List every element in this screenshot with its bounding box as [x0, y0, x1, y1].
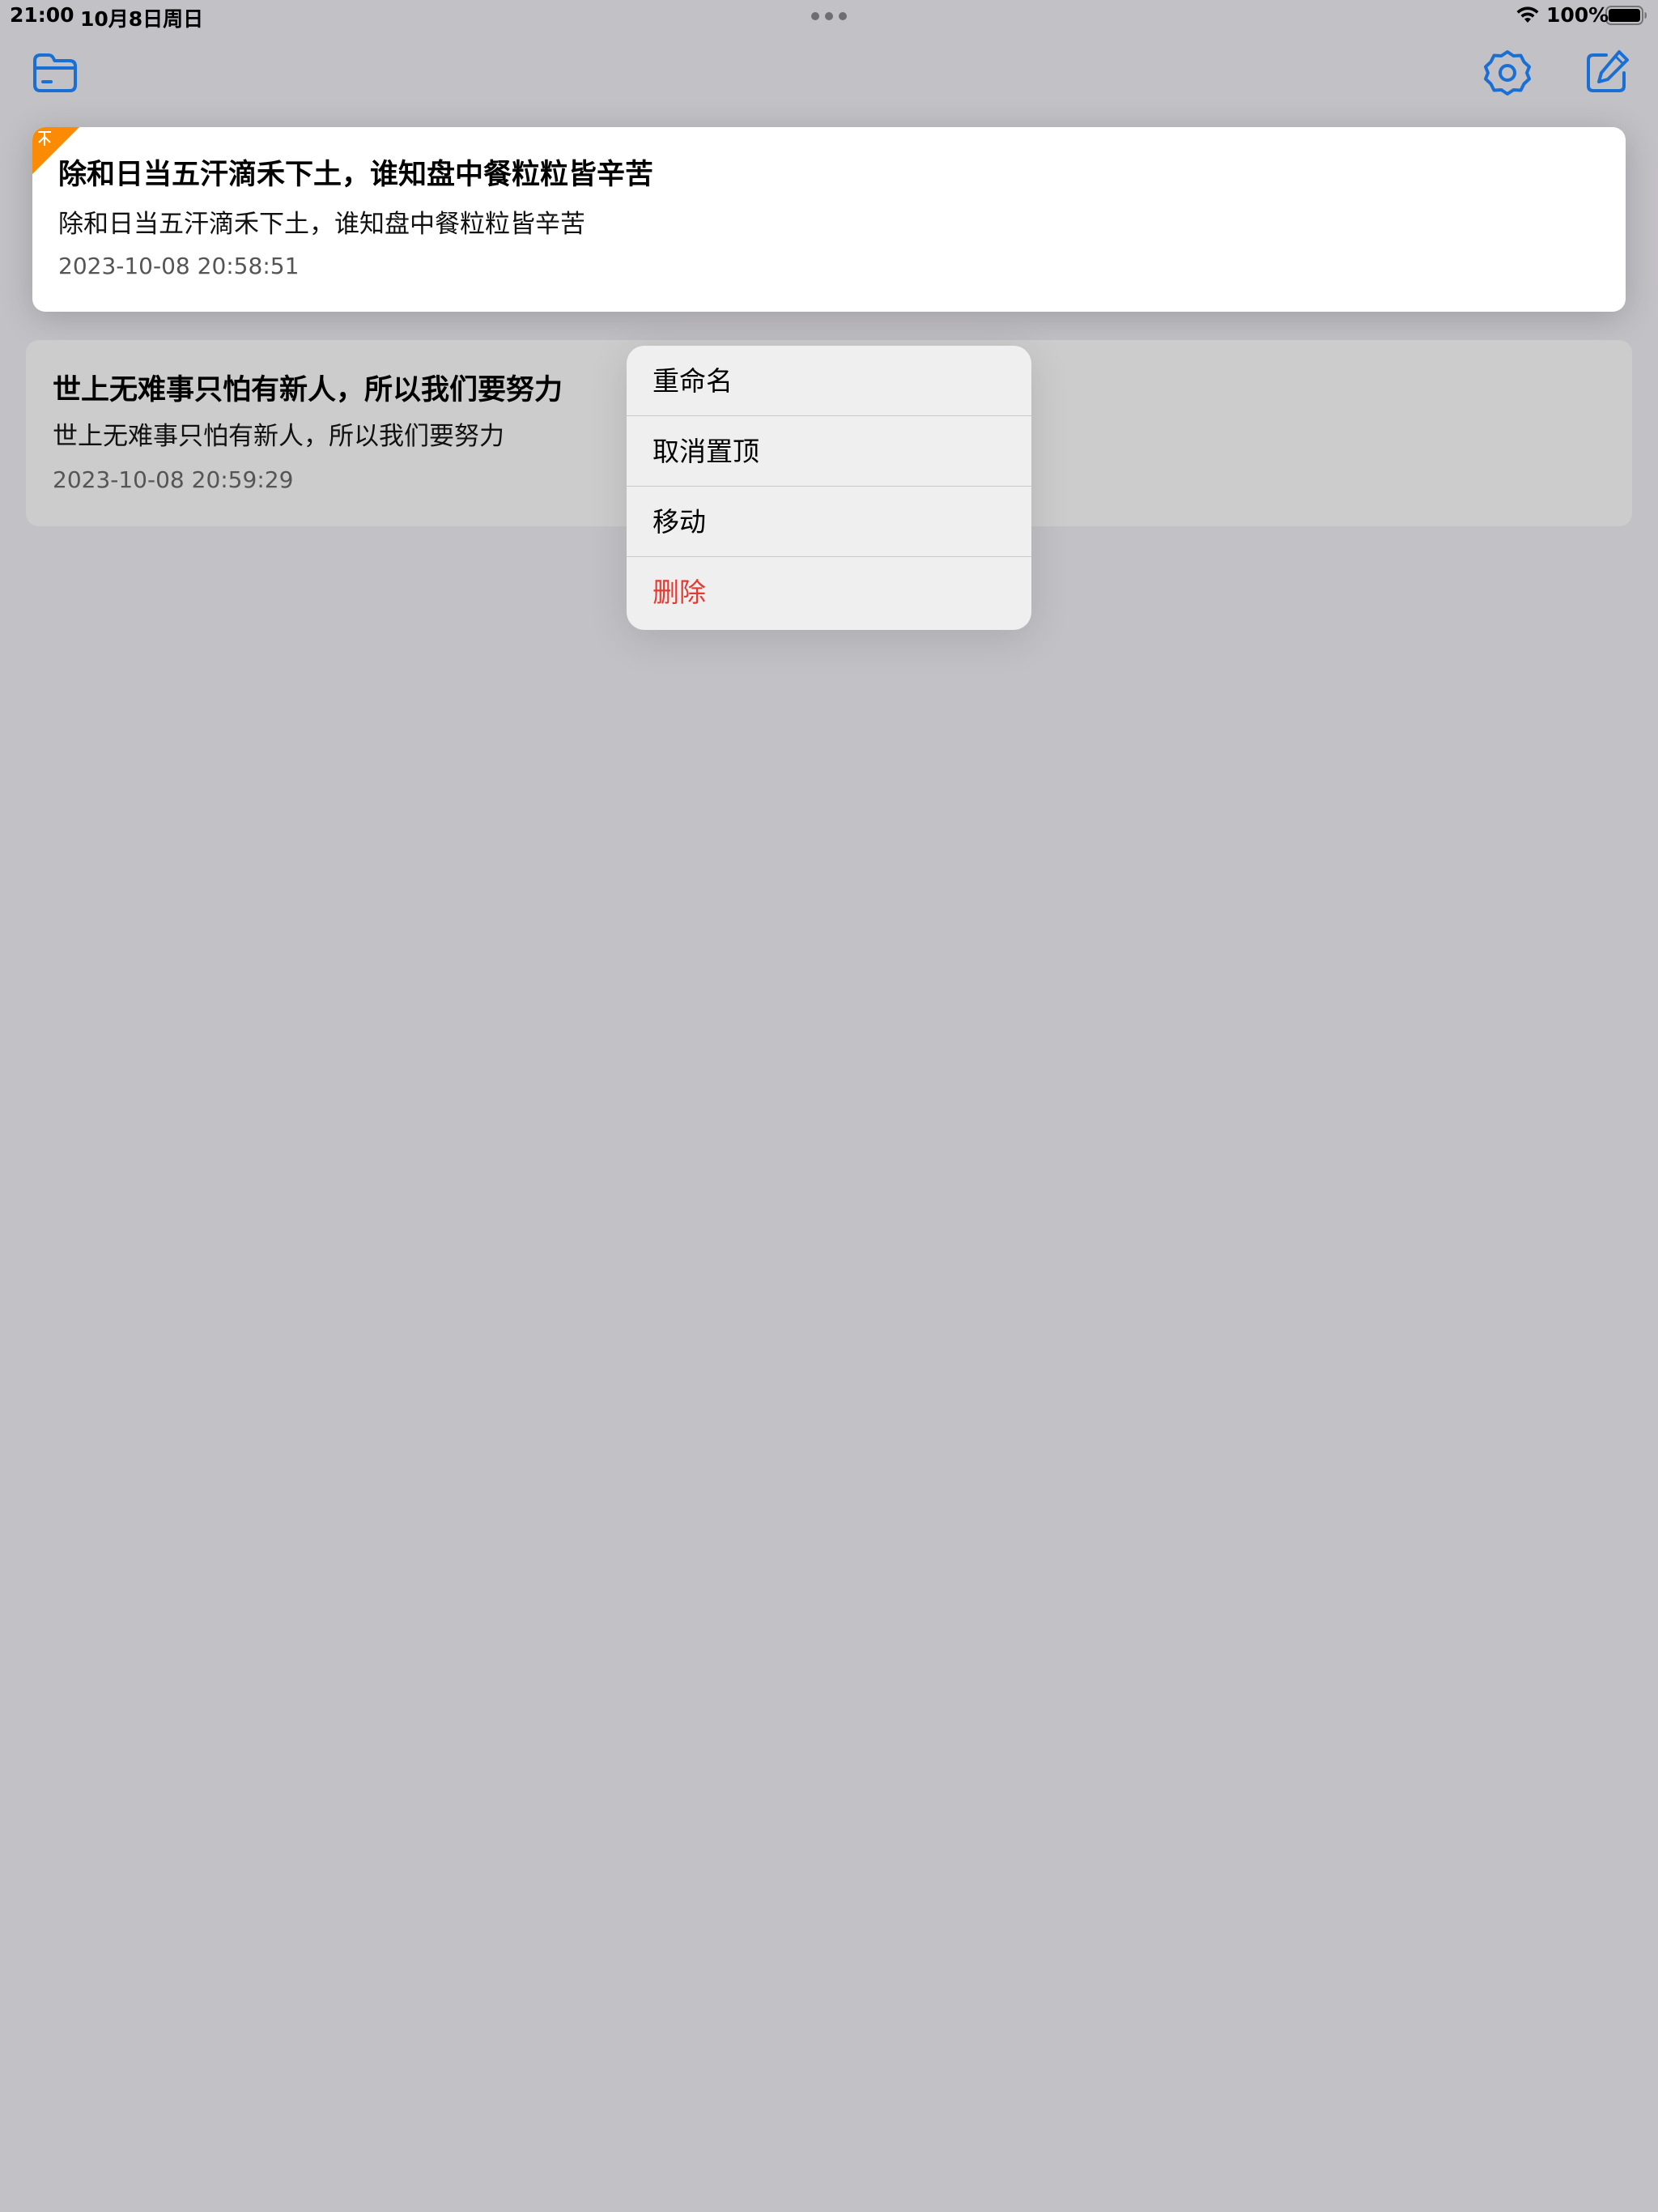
status-time: 21:00 [10, 3, 74, 27]
note-preview: 除和日当五汗滴禾下土，谁知盘中餐粒粒皆辛苦 [58, 210, 585, 239]
folder-icon[interactable] [32, 52, 78, 94]
wifi-icon [1516, 6, 1539, 23]
menu-item-unpin[interactable]: 取消置顶 [627, 416, 1031, 487]
note-card-pinned[interactable]: 除和日当五汗滴禾下土，谁知盘中餐粒粒皆辛苦 除和日当五汗滴禾下土，谁知盘中餐粒粒… [32, 127, 1626, 312]
menu-item-delete[interactable]: 删除 [627, 557, 1031, 630]
gear-icon[interactable] [1483, 49, 1532, 97]
pin-top-icon [38, 131, 51, 146]
status-bar: 21:00 10月8日周日 100% [0, 0, 1658, 32]
battery-icon [1605, 6, 1647, 25]
context-menu: 重命名 取消置顶 移动 删除 [627, 346, 1031, 630]
note-title: 除和日当五汗滴禾下土，谁知盘中餐粒粒皆辛苦 [58, 159, 654, 191]
note-timestamp: 2023-10-08 20:59:29 [53, 466, 294, 493]
compose-icon[interactable] [1582, 49, 1630, 97]
note-preview: 世上无难事只怕有新人，所以我们要努力 [53, 422, 504, 451]
battery-percentage: 100% [1546, 3, 1609, 27]
status-date: 10月8日周日 [80, 7, 204, 31]
menu-item-rename[interactable]: 重命名 [627, 346, 1031, 416]
menu-item-move[interactable]: 移动 [627, 487, 1031, 557]
multitasking-dots-icon[interactable] [810, 11, 848, 21]
note-timestamp: 2023-10-08 20:58:51 [58, 253, 300, 279]
note-title: 世上无难事只怕有新人，所以我们要努力 [53, 374, 563, 406]
